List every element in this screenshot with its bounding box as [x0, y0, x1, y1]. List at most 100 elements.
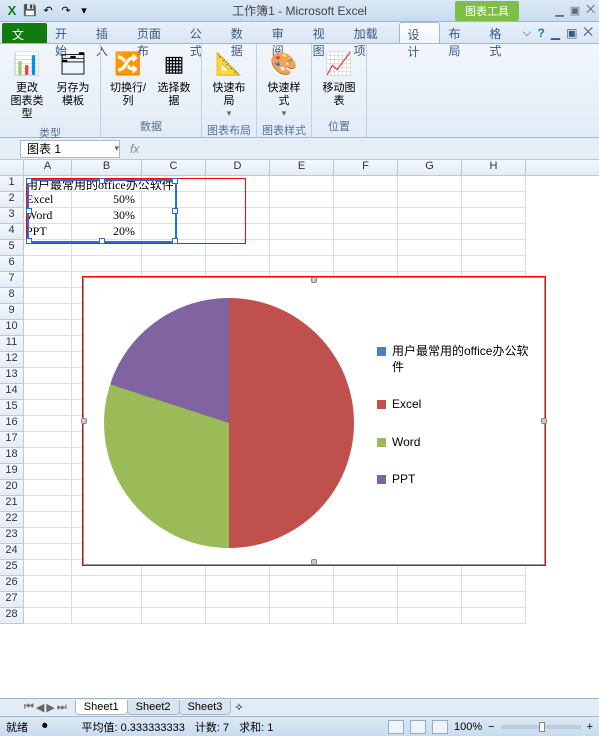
tab-design[interactable]: 设计: [399, 22, 441, 43]
cell-C5[interactable]: [142, 240, 206, 256]
cell-A5[interactable]: [24, 240, 72, 256]
cell-H3[interactable]: [462, 208, 526, 224]
name-box[interactable]: 图表 1 ▾: [20, 140, 120, 158]
tab-review[interactable]: 审阅: [264, 22, 305, 43]
cell-A19[interactable]: [24, 464, 72, 480]
row-header[interactable]: 16: [0, 416, 24, 432]
row-header[interactable]: 24: [0, 544, 24, 560]
change-chart-type-button[interactable]: 📊 更改 图表类型: [4, 46, 50, 124]
cell-H6[interactable]: [462, 256, 526, 272]
cell-B4[interactable]: 20%: [72, 224, 142, 240]
legend-item-title[interactable]: 用户最常用的office办公软件: [377, 344, 532, 375]
cell-E6[interactable]: [270, 256, 334, 272]
zoom-out-icon[interactable]: −: [488, 721, 494, 733]
cell-H5[interactable]: [462, 240, 526, 256]
cell-G27[interactable]: [398, 592, 462, 608]
undo-icon[interactable]: ↶: [40, 3, 56, 19]
cell-D1[interactable]: [206, 176, 270, 192]
cell-A12[interactable]: [24, 352, 72, 368]
new-sheet-icon[interactable]: ✧: [234, 701, 243, 714]
row-header[interactable]: 10: [0, 320, 24, 336]
cell-A20[interactable]: [24, 480, 72, 496]
cell-F28[interactable]: [334, 608, 398, 624]
cell-E4[interactable]: [270, 224, 334, 240]
chart-legend[interactable]: 用户最常用的office办公软件 Excel Word PPT: [377, 344, 532, 510]
cell-F6[interactable]: [334, 256, 398, 272]
zoom-level[interactable]: 100%: [454, 721, 482, 733]
row-header[interactable]: 2: [0, 192, 24, 208]
cell-F2[interactable]: [334, 192, 398, 208]
cell-G28[interactable]: [398, 608, 462, 624]
cell-A17[interactable]: [24, 432, 72, 448]
row-header[interactable]: 22: [0, 512, 24, 528]
cell-A13[interactable]: [24, 368, 72, 384]
sheet-tab-2[interactable]: Sheet2: [127, 700, 180, 715]
pie-chart-plot[interactable]: [104, 298, 354, 548]
cell-A4[interactable]: PPT: [24, 224, 72, 240]
fx-icon[interactable]: fx: [130, 142, 139, 156]
row-header[interactable]: 27: [0, 592, 24, 608]
cell-E27[interactable]: [270, 592, 334, 608]
col-header-g[interactable]: G: [398, 160, 462, 175]
cell-B6[interactable]: [72, 256, 142, 272]
cell-B3[interactable]: 30%: [72, 208, 142, 224]
cell-G26[interactable]: [398, 576, 462, 592]
row-header[interactable]: 14: [0, 384, 24, 400]
cell-E5[interactable]: [270, 240, 334, 256]
cell-E1[interactable]: [270, 176, 334, 192]
row-header[interactable]: 6: [0, 256, 24, 272]
cell-B27[interactable]: [72, 592, 142, 608]
row-header[interactable]: 13: [0, 368, 24, 384]
minimize-icon[interactable]: ▁: [555, 4, 563, 17]
cell-A11[interactable]: [24, 336, 72, 352]
col-header-d[interactable]: D: [206, 160, 270, 175]
view-pagelayout-icon[interactable]: [410, 720, 426, 734]
sheet-nav-last-icon[interactable]: ⏭: [57, 701, 67, 714]
cell-A14[interactable]: [24, 384, 72, 400]
quick-style-button[interactable]: 🎨 快速样式: [261, 46, 307, 121]
col-header-b[interactable]: B: [72, 160, 142, 175]
row-header[interactable]: 11: [0, 336, 24, 352]
cell-F26[interactable]: [334, 576, 398, 592]
namebox-dropdown-icon[interactable]: ▾: [114, 143, 119, 154]
sheet-nav-prev-icon[interactable]: ◀: [36, 701, 44, 714]
cell-A21[interactable]: [24, 496, 72, 512]
cell-H4[interactable]: [462, 224, 526, 240]
select-all-cell[interactable]: [0, 160, 24, 175]
cell-B1[interactable]: [72, 176, 142, 192]
sheet-nav-next-icon[interactable]: ▶: [46, 701, 54, 714]
cell-E28[interactable]: [270, 608, 334, 624]
close-icon[interactable]: ⨉: [586, 4, 595, 17]
sheet-nav-first-icon[interactable]: ⏮: [24, 701, 34, 714]
cell-D28[interactable]: [206, 608, 270, 624]
cell-D4[interactable]: [206, 224, 270, 240]
row-header[interactable]: 7: [0, 272, 24, 288]
switch-row-col-button[interactable]: 🔀 切换行/列: [105, 46, 151, 110]
cell-D6[interactable]: [206, 256, 270, 272]
move-chart-button[interactable]: 📈 移动图表: [316, 46, 362, 110]
zoom-thumb[interactable]: [539, 722, 545, 732]
row-header[interactable]: 25: [0, 560, 24, 576]
cell-A22[interactable]: [24, 512, 72, 528]
tab-layout[interactable]: 布局: [440, 22, 481, 43]
cell-A25[interactable]: [24, 560, 72, 576]
tab-addins[interactable]: 加载项: [346, 22, 399, 43]
zoom-in-icon[interactable]: +: [587, 721, 593, 733]
macro-record-icon[interactable]: ⏺: [42, 720, 48, 733]
cell-G2[interactable]: [398, 192, 462, 208]
cell-H28[interactable]: [462, 608, 526, 624]
redo-icon[interactable]: ↷: [58, 3, 74, 19]
cell-H2[interactable]: [462, 192, 526, 208]
row-header[interactable]: 8: [0, 288, 24, 304]
cell-B2[interactable]: 50%: [72, 192, 142, 208]
row-header[interactable]: 4: [0, 224, 24, 240]
cell-C27[interactable]: [142, 592, 206, 608]
cell-F3[interactable]: [334, 208, 398, 224]
cell-C1[interactable]: [142, 176, 206, 192]
row-header[interactable]: 23: [0, 528, 24, 544]
cell-A26[interactable]: [24, 576, 72, 592]
cell-C6[interactable]: [142, 256, 206, 272]
row-header[interactable]: 21: [0, 496, 24, 512]
cell-C2[interactable]: [142, 192, 206, 208]
cell-F27[interactable]: [334, 592, 398, 608]
